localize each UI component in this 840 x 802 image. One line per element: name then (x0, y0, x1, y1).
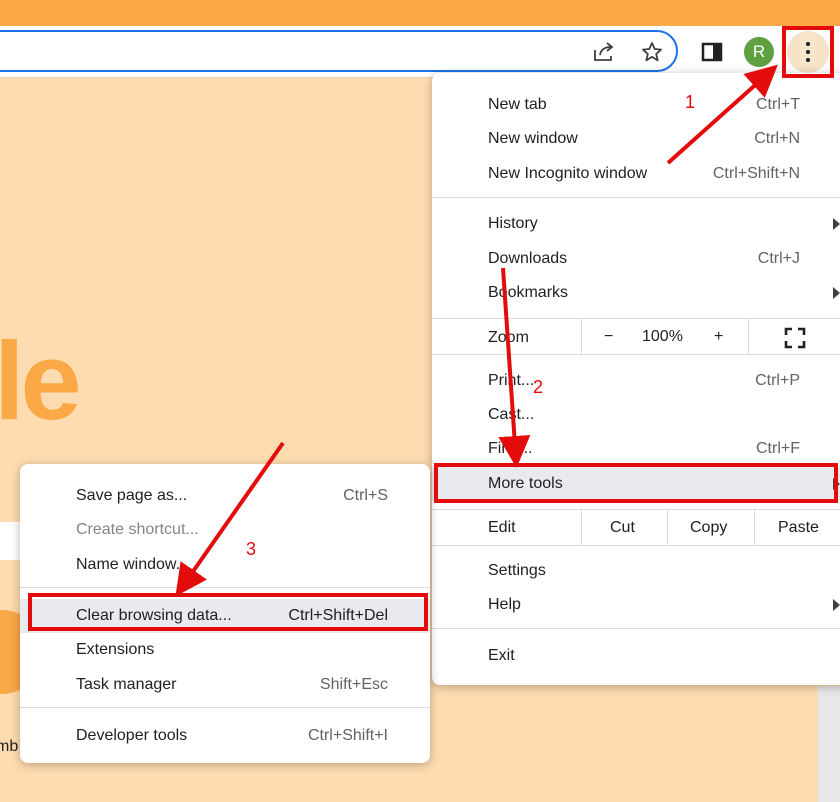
submenu-arrow-icon (833, 218, 840, 230)
zoom-level: 100% (642, 328, 683, 345)
menu-item-developer-tools[interactable]: Developer tools Ctrl+Shift+I (20, 719, 430, 753)
menu-item-exit[interactable]: Exit (432, 639, 840, 673)
menu-separator (20, 587, 430, 588)
side-panel-icon[interactable] (698, 38, 726, 66)
scrollbar[interactable] (818, 686, 840, 802)
menu-separator (432, 545, 840, 546)
annotation-step-2: 2 (533, 377, 544, 397)
submenu-arrow-icon (833, 599, 840, 611)
menu-item-help[interactable]: Help (432, 588, 840, 622)
profile-avatar[interactable]: R (744, 37, 774, 67)
menu-item-name-window[interactable]: Name window... (20, 548, 430, 582)
menu-item-cast[interactable]: Cast... (432, 398, 840, 432)
annotation-step-1: 1 (685, 92, 696, 112)
copy-button[interactable]: Copy (690, 519, 727, 537)
share-icon[interactable] (590, 38, 618, 66)
page-heading-fragment: le (0, 320, 82, 443)
address-bar[interactable] (0, 30, 678, 72)
menu-item-settings[interactable]: Settings (432, 554, 840, 588)
cut-button[interactable]: Cut (610, 519, 635, 537)
zoom-out-button[interactable]: − (604, 328, 613, 346)
zoom-in-button[interactable]: + (714, 328, 723, 346)
menu-item-new-incognito-window[interactable]: New Incognito window Ctrl+Shift+N (432, 157, 840, 191)
menu-item-new-window[interactable]: New window Ctrl+N (432, 122, 840, 156)
menu-separator (432, 318, 840, 319)
annotation-step-3: 3 (246, 539, 257, 559)
annotation-box-clear-browsing (28, 593, 428, 631)
annotation-box-more-tools (434, 463, 838, 503)
menu-item-new-tab[interactable]: New tab Ctrl+T (432, 88, 840, 122)
menu-item-task-manager[interactable]: Task manager Shift+Esc (20, 668, 430, 702)
page-text-fragment: mb (0, 738, 19, 755)
menu-item-zoom: Zoom (488, 329, 529, 346)
menu-separator (432, 354, 840, 355)
chrome-main-menu: New tab Ctrl+T New window Ctrl+N New Inc… (432, 73, 840, 685)
menu-item-save-page-as[interactable]: Save page as... Ctrl+S (20, 479, 430, 513)
title-bar (0, 0, 840, 26)
menu-item-print[interactable]: Print... Ctrl+P (432, 364, 840, 398)
annotation-box-menu-button (782, 26, 834, 78)
menu-separator (432, 197, 840, 198)
menu-item-downloads[interactable]: Downloads Ctrl+J (432, 242, 840, 276)
menu-item-bookmarks[interactable]: Bookmarks (432, 276, 840, 310)
menu-item-extensions[interactable]: Extensions (20, 633, 430, 667)
submenu-arrow-icon (833, 287, 840, 299)
menu-item-create-shortcut[interactable]: Create shortcut... (20, 513, 430, 547)
menu-item-history[interactable]: History (432, 207, 840, 241)
paste-button[interactable]: Paste (778, 519, 819, 537)
browser-toolbar: R (0, 26, 840, 78)
star-icon[interactable] (638, 38, 666, 66)
fullscreen-icon[interactable] (782, 325, 808, 351)
menu-separator (432, 628, 840, 629)
menu-separator (20, 707, 430, 708)
menu-item-find[interactable]: Find... Ctrl+F (432, 432, 840, 466)
menu-separator (432, 509, 840, 510)
